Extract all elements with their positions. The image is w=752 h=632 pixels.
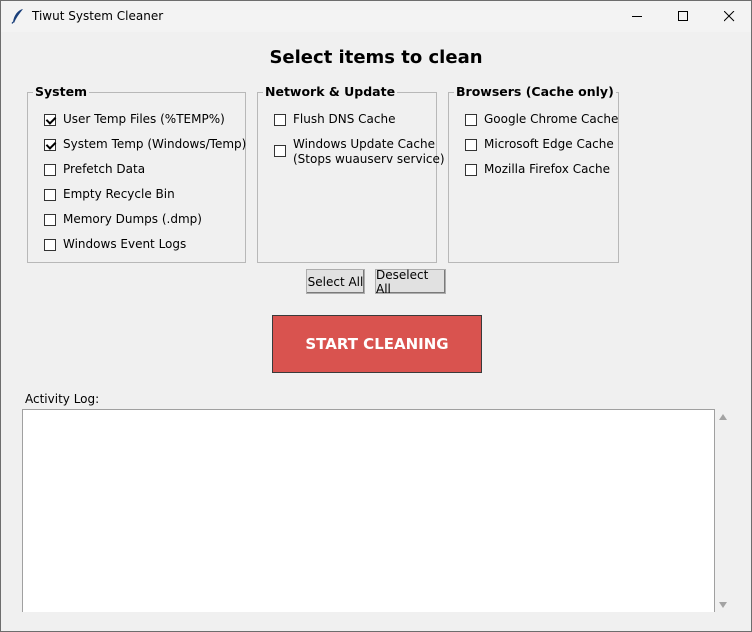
network-group: Network & Update Flush DNS Cache Windows… [257, 84, 445, 263]
checkbox-box[interactable] [44, 139, 56, 151]
feather-icon [11, 8, 25, 24]
checkbox-box[interactable] [44, 214, 56, 226]
checkbox-label-sub: (Stops wuauserv service) [293, 152, 445, 166]
browsers-group-title: Browsers (Cache only) [454, 84, 616, 99]
checkbox-label: Mozilla Firefox Cache [484, 162, 611, 176]
system-group: System User Temp Files (%TEMP%) System T… [27, 84, 246, 263]
checkbox-box[interactable] [44, 239, 56, 251]
checkbox-system-temp[interactable]: System Temp (Windows/Temp) [44, 137, 246, 151]
maximize-icon [677, 11, 688, 21]
close-button[interactable] [706, 1, 752, 32]
checkbox-recycle-bin[interactable]: Empty Recycle Bin [44, 187, 175, 201]
deselect-all-button[interactable]: Deselect All [375, 268, 446, 296]
checkbox-flush-dns[interactable]: Flush DNS Cache [274, 112, 395, 126]
scroll-up-arrow-icon[interactable] [719, 414, 727, 420]
checkbox-box[interactable] [274, 145, 286, 157]
checkbox-box[interactable] [44, 189, 56, 201]
checkbox-label: User Temp Files (%TEMP%) [63, 112, 225, 126]
checkbox-box[interactable] [465, 114, 477, 126]
checkbox-label-main: Windows Update Cache [293, 137, 435, 151]
maximize-button[interactable] [660, 1, 706, 32]
app-window: Tiwut System Cleaner Select items to cle… [0, 0, 752, 632]
checkbox-label: Windows Update Cache (Stops wuauserv ser… [293, 137, 445, 167]
checkbox-label: Flush DNS Cache [293, 112, 396, 126]
activity-log-label: Activity Log: [25, 392, 100, 406]
checkbox-box[interactable] [465, 164, 477, 176]
checkbox-box[interactable] [465, 139, 477, 151]
checkbox-label: Microsoft Edge Cache [484, 137, 614, 151]
start-cleaning-button[interactable]: START CLEANING [272, 315, 482, 373]
checkbox-event-logs[interactable]: Windows Event Logs [44, 237, 186, 251]
checkbox-label: Memory Dumps (.dmp) [63, 212, 202, 226]
checkbox-box[interactable] [44, 164, 56, 176]
checkbox-prefetch[interactable]: Prefetch Data [44, 162, 145, 176]
window-title: Tiwut System Cleaner [32, 9, 164, 23]
title-bar[interactable]: Tiwut System Cleaner [1, 1, 751, 32]
log-scrollbar[interactable] [715, 409, 732, 612]
checkbox-edge[interactable]: Microsoft Edge Cache [465, 137, 614, 151]
checkbox-label: Windows Event Logs [63, 237, 187, 251]
checkbox-label: System Temp (Windows/Temp) [63, 137, 247, 151]
checkbox-memory-dumps[interactable]: Memory Dumps (.dmp) [44, 212, 202, 226]
checkbox-label: Google Chrome Cache [484, 112, 619, 126]
checkbox-box[interactable] [274, 114, 286, 126]
page-heading: Select items to clean [269, 47, 483, 68]
checkbox-firefox[interactable]: Mozilla Firefox Cache [465, 162, 610, 176]
checkbox-user-temp[interactable]: User Temp Files (%TEMP%) [44, 112, 225, 126]
select-all-button[interactable]: Select All [306, 269, 365, 294]
system-group-title: System [33, 84, 90, 99]
close-icon [723, 11, 734, 22]
checkbox-box[interactable] [44, 114, 56, 126]
scroll-down-arrow-icon[interactable] [719, 602, 727, 608]
browsers-group: Browsers (Cache only) Google Chrome Cach… [448, 84, 619, 263]
checkbox-chrome[interactable]: Google Chrome Cache [465, 112, 618, 126]
checkbox-label: Empty Recycle Bin [63, 187, 175, 201]
minimize-icon [631, 16, 642, 17]
activity-log-textarea[interactable] [22, 409, 715, 612]
checkbox-label: Prefetch Data [63, 162, 146, 176]
minimize-button[interactable] [614, 1, 660, 32]
network-group-title: Network & Update [263, 84, 398, 99]
checkbox-windows-update[interactable]: Windows Update Cache (Stops wuauserv ser… [274, 137, 445, 167]
